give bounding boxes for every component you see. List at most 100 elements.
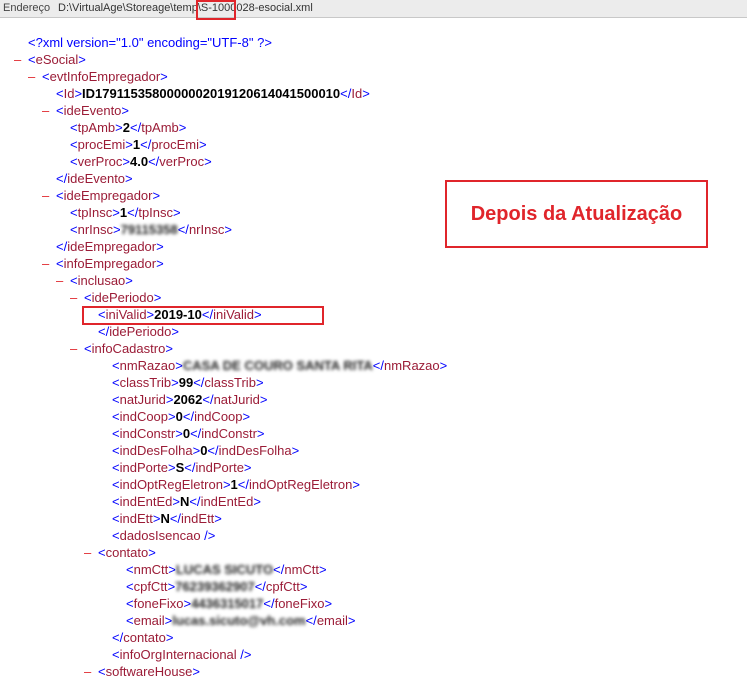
tag-name: tpAmb [77,120,116,135]
tag-name: evtInfoEmpregador [49,69,161,84]
collapse-toggle[interactable]: – [14,51,21,68]
tag-name: infoOrgInternacional [119,647,237,662]
xml-line: – <eSocial> [14,52,86,67]
xml-line: <indDesFolha>0</indDesFolha> [112,443,300,458]
tag-value: 2062 [173,392,203,407]
callout-label: Depois da Atualização [445,180,708,248]
xml-line: – <softwareHouse> [84,664,200,679]
tag-name: tpAmb [141,120,179,135]
collapse-toggle[interactable]: – [28,68,35,85]
tag-value: 1 [230,477,238,492]
tag-name: indEtt [119,511,153,526]
tag-value: CASA DE COURO SANTA RITA [182,358,373,373]
tag-value: 0 [182,426,191,441]
tag-name: indConstr [119,426,176,441]
collapse-toggle[interactable]: – [84,544,91,561]
xml-line: <procEmi>1</procEmi> [70,137,207,152]
xml-line: <tpInsc>1</tpInsc> [70,205,181,220]
tag-name: cpfCtt [133,579,168,594]
xml-line: <indEntEd>N</indEntEd> [112,494,261,509]
tag-name: foneFixo [274,596,325,611]
tag-name: infoEmpregador [63,256,157,271]
xml-line: <nrInsc>79115358</nrInsc> [70,222,232,237]
tag-name: classTrib [119,375,172,390]
address-label: Endereço [3,2,51,14]
tag-name: procEmi [77,137,126,152]
collapse-toggle[interactable]: – [70,289,77,306]
collapse-toggle[interactable]: – [70,340,77,357]
tag-name: Id [351,86,363,101]
tag-value: 0 [175,409,183,424]
tag-name: idePeriodo [109,324,172,339]
xml-line: <dadosIsencao /> [112,528,216,543]
xml-line: – <contato> [84,545,156,560]
tag-name: contato [105,545,149,560]
tag-name: indCoop [119,409,169,424]
tag-name: indEtt [181,511,215,526]
xml-line: <cpfCtt>76239362907</cpfCtt> [126,579,308,594]
collapse-toggle[interactable]: – [42,102,49,119]
tag-name: idePeriodo [91,290,154,305]
collapse-toggle[interactable]: – [42,187,49,204]
collapse-toggle[interactable]: – [56,272,63,289]
tag-name: indCoop [194,409,243,424]
tag-value: lucas.sicuto@vh.com [172,613,306,628]
tag-value: 4.0 [129,154,149,169]
tag-name: ideEmpregador [67,239,157,254]
tag-name: verProc [77,154,123,169]
xml-line: <classTrib>99</classTrib> [112,375,264,390]
collapse-toggle[interactable]: – [84,663,91,680]
tag-name: nmCtt [133,562,169,577]
xml-line: <infoOrgInternacional /> [112,647,252,662]
address-path[interactable]: D:\VirtualAge\Storeage\temp\S-1000028-es… [58,0,313,17]
tag-name: ideEmpregador [63,188,153,203]
tag-name: indOptRegEletron [119,477,223,492]
tag-value: ID1791153580000002019120614041500010 [82,86,341,101]
filename-highlight-box [196,0,236,20]
tag-value: 2 [122,120,130,135]
address-bar: Endereço D:\VirtualAge\Storeage\temp\S-1… [0,0,747,18]
xml-line: <nmRazao>CASA DE COURO SANTA RITA</nmRaz… [112,358,448,373]
xml-line: – <infoCadastro> [70,341,173,356]
tag-name: indOptRegEletron [248,477,353,492]
tag-name: indPorte [119,460,169,475]
xml-line: – <inclusao> [56,273,133,288]
tag-name: indPorte [195,460,244,475]
xml-line: <indPorte>S</indPorte> [112,460,252,475]
tag-name: cpfCtt [265,579,300,594]
xml-line: </ideEmpregador> [56,239,164,254]
xml-line: <email>lucas.sicuto@vh.com</email> [126,613,356,628]
tag-name: classTrib [204,375,256,390]
tag-name: inclusao [77,273,126,288]
tag-name: email [316,613,348,628]
tag-name: indEntEd [119,494,173,509]
tag-value: 76239362907 [175,579,255,594]
inivalid-highlight-box [82,306,324,325]
xml-line: <Id>ID1791153580000002019120614041500010… [56,86,370,101]
tag-name: indConstr [201,426,257,441]
tag-name: indDesFolha [119,443,193,458]
tag-name: ideEvento [67,171,126,186]
collapse-toggle[interactable]: – [42,255,49,272]
tag-name: indEntEd [200,494,254,509]
tag-name: tpInsc [77,205,113,220]
tag-name: nmCtt [284,562,320,577]
xml-line: – <ideEvento> [42,103,130,118]
xml-line: <natJurid>2062</natJurid> [112,392,268,407]
xml-declaration: <?xml version="1.0" encoding="UTF-8" ?> [28,35,272,50]
tag-value: 79115358 [120,222,178,237]
xml-line: <foneFixo>4436315017</foneFixo> [126,596,333,611]
tag-value: N [160,511,170,526]
xml-line: </idePeriodo> [98,324,179,339]
tag-name: ideEvento [63,103,122,118]
tag-name: foneFixo [133,596,184,611]
tag-name: indDesFolha [218,443,292,458]
tag-name: procEmi [151,137,200,152]
tag-name: nmRazao [119,358,176,373]
tag-name: natJurid [119,392,166,407]
tag-name: contato [123,630,166,645]
tag-name: dadosIsencao [119,528,201,543]
tag-name: infoCadastro [91,341,166,356]
tag-name: verProc [159,154,205,169]
tag-name: eSocial [35,52,79,67]
